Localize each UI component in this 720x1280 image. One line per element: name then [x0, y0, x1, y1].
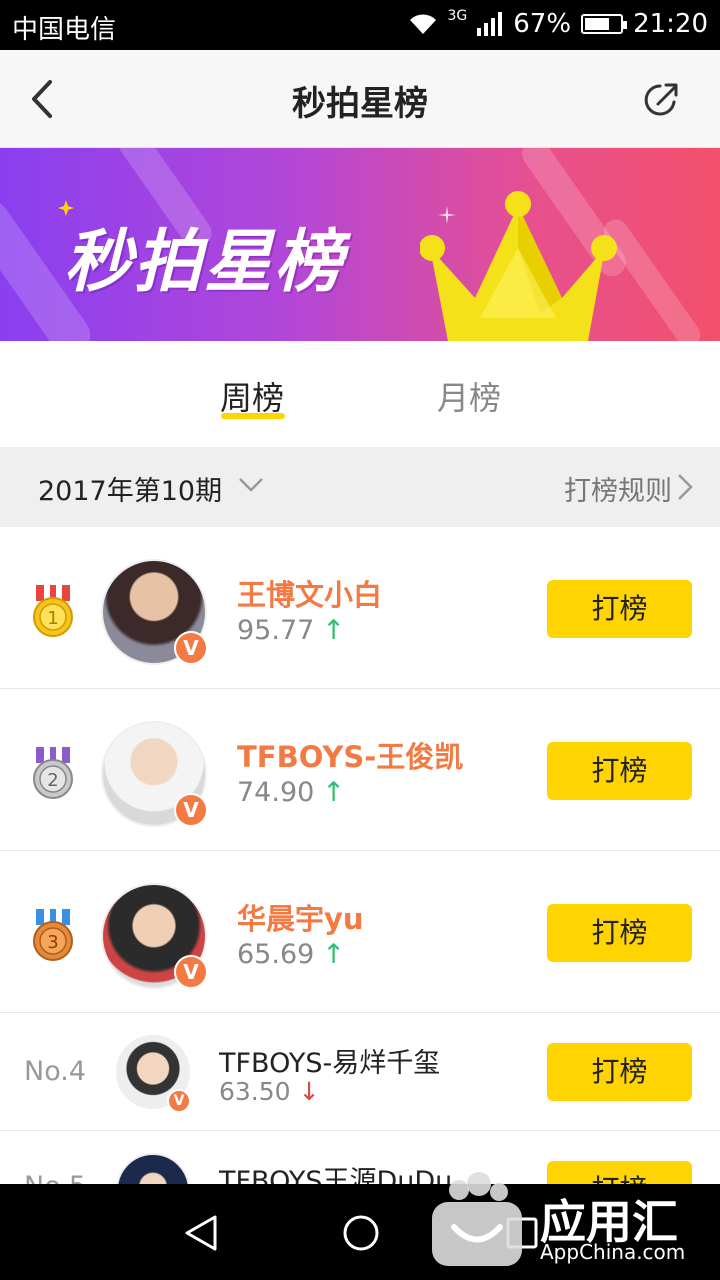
- vote-button[interactable]: 打榜: [547, 742, 692, 800]
- watermark-site: AppChina.com: [540, 1240, 686, 1264]
- wifi-icon: [409, 14, 436, 34]
- appchina-logo-icon: [432, 1172, 522, 1266]
- tab-monthly[interactable]: 月榜: [437, 373, 501, 419]
- user-name[interactable]: 王博文小白: [237, 572, 382, 614]
- battery-percent: 67%: [513, 9, 572, 39]
- trend-down-icon: ↓: [298, 1077, 320, 1106]
- rank-number: No.4: [24, 1056, 87, 1087]
- score: 63.50 ↓: [219, 1077, 320, 1106]
- banner-title: 秒拍星榜: [64, 223, 345, 302]
- medal-rank-1: 1: [47, 608, 58, 629]
- bronze-medal-icon: 3: [33, 909, 73, 961]
- battery-icon: [581, 14, 628, 34]
- score-value: 95.77: [237, 615, 315, 646]
- trend-up-icon: ↑: [322, 777, 345, 808]
- ranking-banner: 秒拍星榜: [0, 148, 720, 341]
- clock: 21:20: [633, 9, 708, 39]
- verified-badge: V: [167, 1089, 191, 1113]
- gold-medal-icon: 1: [33, 585, 73, 637]
- sparkle-icon: [58, 200, 74, 216]
- ranking-row-4[interactable]: No.4 V TFBOYS-易烊千玺 63.50 ↓ 打榜: [0, 1013, 720, 1131]
- network-type-label: 3G: [447, 8, 468, 24]
- medal-rank-2: 2: [47, 770, 58, 791]
- chevron-down-icon[interactable]: [238, 477, 264, 493]
- score: 65.69 ↑: [237, 939, 345, 970]
- signal-icon: [477, 12, 503, 36]
- vote-button[interactable]: 打榜: [547, 904, 692, 962]
- page-title: 秒拍星榜: [292, 84, 428, 124]
- verified-badge: V: [174, 955, 208, 989]
- rules-link[interactable]: 打榜规则: [564, 469, 672, 508]
- ranking-row-2[interactable]: 2 V TFBOYS-王俊凯 74.90 ↑ 打榜: [0, 689, 720, 851]
- vote-button[interactable]: 打榜: [547, 580, 692, 638]
- period-tabs: 周榜 月榜: [0, 341, 720, 447]
- active-tab-indicator: [221, 413, 285, 419]
- trend-up-icon: ↑: [322, 615, 345, 646]
- share-icon[interactable]: [642, 80, 682, 120]
- period-selector: 2017年第10期 打榜规则: [0, 447, 720, 527]
- score-value: 63.50: [219, 1077, 291, 1106]
- chevron-right-icon[interactable]: [676, 473, 694, 501]
- vote-button[interactable]: 打榜: [547, 1043, 692, 1101]
- back-triangle-icon[interactable]: [183, 1214, 219, 1252]
- score: 74.90 ↑: [237, 777, 345, 808]
- ranking-row-5[interactable]: No.5 TFBOYS王源DuDu 打榜: [0, 1131, 720, 1184]
- vote-button[interactable]: 打榜: [547, 1161, 692, 1184]
- status-bar: 中国电信 3G 67% 21:20: [0, 0, 720, 50]
- score-value: 65.69: [237, 939, 315, 970]
- score: 95.77 ↑: [237, 615, 345, 646]
- issue-dropdown[interactable]: 2017年第10期: [38, 469, 222, 508]
- carrier-label: 中国电信: [12, 15, 117, 45]
- score-value: 74.90: [237, 777, 315, 808]
- user-name[interactable]: TFBOYS王源DuDu: [219, 1159, 452, 1184]
- user-name[interactable]: TFBOYS-王俊凯: [237, 734, 463, 776]
- avatar[interactable]: [116, 1153, 190, 1184]
- rank-number: No.5: [24, 1171, 86, 1184]
- ranking-row-1[interactable]: 1 V 王博文小白 95.77 ↑ 打榜: [0, 527, 720, 689]
- trend-up-icon: ↑: [322, 939, 345, 970]
- verified-badge: V: [174, 631, 208, 665]
- crown-icon: [420, 191, 617, 341]
- user-name[interactable]: TFBOYS-易烊千玺: [219, 1041, 440, 1080]
- top-nav-bar: 秒拍星榜: [0, 50, 720, 148]
- ranking-row-3[interactable]: 3 V 华晨宇yu 65.69 ↑ 打榜: [0, 851, 720, 1013]
- silver-medal-icon: 2: [33, 747, 73, 799]
- user-name[interactable]: 华晨宇yu: [237, 896, 364, 938]
- home-circle-icon[interactable]: [342, 1214, 380, 1252]
- medal-rank-3: 3: [47, 932, 58, 953]
- verified-badge: V: [174, 793, 208, 827]
